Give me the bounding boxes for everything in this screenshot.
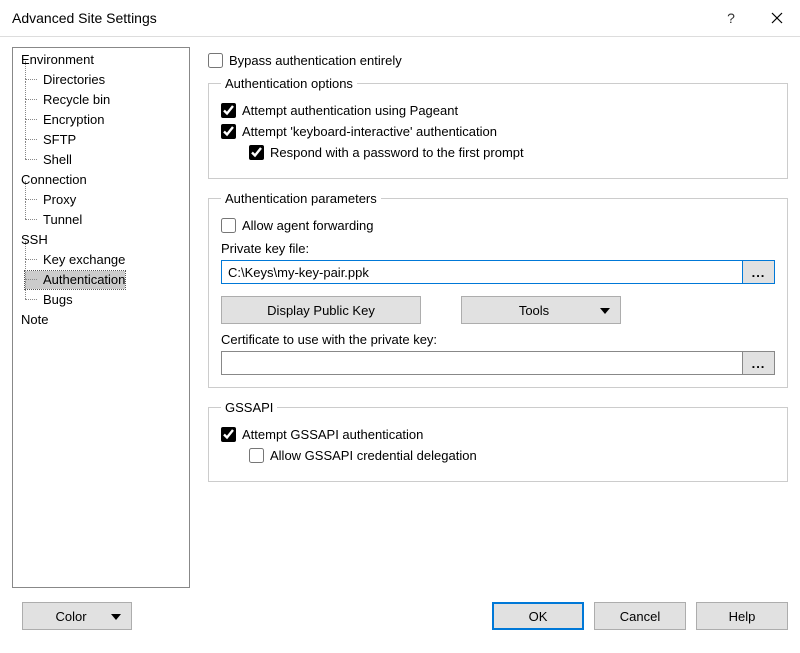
chevron-down-icon xyxy=(111,614,121,620)
agent-fwd-label: Allow agent forwarding xyxy=(242,218,374,233)
pageant-checkbox[interactable] xyxy=(221,103,236,118)
content-pane: Bypass authentication entirely Authentic… xyxy=(190,47,788,592)
dialog-footer: Color OK Cancel Help xyxy=(0,592,800,640)
tree-proxy[interactable]: Proxy xyxy=(13,190,189,210)
help-button[interactable]: Help xyxy=(696,602,788,630)
gssapi-legend: GSSAPI xyxy=(221,400,277,415)
gssapi-group: GSSAPI Attempt GSSAPI authentication All… xyxy=(208,400,788,482)
private-key-browse-button[interactable]: ... xyxy=(743,260,775,284)
private-key-input[interactable] xyxy=(221,260,743,284)
tree-encryption[interactable]: Encryption xyxy=(13,110,189,130)
nav-tree[interactable]: Environment Directories Recycle bin Encr… xyxy=(12,47,190,588)
tree-recycle-bin[interactable]: Recycle bin xyxy=(13,90,189,110)
help-icon[interactable]: ? xyxy=(708,0,754,36)
gssapi-deleg-checkbox[interactable] xyxy=(249,448,264,463)
tree-authentication[interactable]: Authentication xyxy=(13,270,189,290)
certificate-input[interactable] xyxy=(221,351,743,375)
tree-shell[interactable]: Shell xyxy=(13,150,189,170)
tree-sftp[interactable]: SFTP xyxy=(13,130,189,150)
pageant-label: Attempt authentication using Pageant xyxy=(242,103,458,118)
tree-connection[interactable]: Connection xyxy=(13,170,189,190)
chevron-down-icon xyxy=(600,308,610,314)
kbint-label: Attempt 'keyboard-interactive' authentic… xyxy=(242,124,497,139)
auth-options-group: Authentication options Attempt authentic… xyxy=(208,76,788,179)
tree-note[interactable]: Note xyxy=(13,310,189,330)
gssapi-deleg-label: Allow GSSAPI credential delegation xyxy=(270,448,477,463)
tree-tunnel[interactable]: Tunnel xyxy=(13,210,189,230)
display-public-key-button[interactable]: Display Public Key xyxy=(221,296,421,324)
gssapi-attempt-checkbox[interactable] xyxy=(221,427,236,442)
window-title: Advanced Site Settings xyxy=(12,10,708,26)
tree-bugs[interactable]: Bugs xyxy=(13,290,189,310)
certificate-label: Certificate to use with the private key: xyxy=(221,332,775,347)
tools-button-label: Tools xyxy=(519,303,549,318)
auth-options-legend: Authentication options xyxy=(221,76,357,91)
bypass-auth-checkbox[interactable] xyxy=(208,53,223,68)
ok-button[interactable]: OK xyxy=(492,602,584,630)
tools-button[interactable]: Tools xyxy=(461,296,621,324)
close-icon[interactable] xyxy=(754,0,800,36)
auth-params-group: Authentication parameters Allow agent fo… xyxy=(208,191,788,388)
tree-directories[interactable]: Directories xyxy=(13,70,189,90)
agent-fwd-checkbox[interactable] xyxy=(221,218,236,233)
tree-ssh[interactable]: SSH xyxy=(13,230,189,250)
gssapi-attempt-label: Attempt GSSAPI authentication xyxy=(242,427,423,442)
tree-environment[interactable]: Environment xyxy=(13,50,189,70)
color-button[interactable]: Color xyxy=(22,602,132,630)
respond-checkbox[interactable] xyxy=(249,145,264,160)
respond-label: Respond with a password to the first pro… xyxy=(270,145,524,160)
color-button-label: Color xyxy=(55,609,86,624)
certificate-browse-button[interactable]: ... xyxy=(743,351,775,375)
bypass-auth-label: Bypass authentication entirely xyxy=(229,53,402,68)
tree-key-exchange[interactable]: Key exchange xyxy=(13,250,189,270)
private-key-label: Private key file: xyxy=(221,241,775,256)
title-bar: Advanced Site Settings ? xyxy=(0,0,800,37)
auth-params-legend: Authentication parameters xyxy=(221,191,381,206)
cancel-button[interactable]: Cancel xyxy=(594,602,686,630)
kbint-checkbox[interactable] xyxy=(221,124,236,139)
